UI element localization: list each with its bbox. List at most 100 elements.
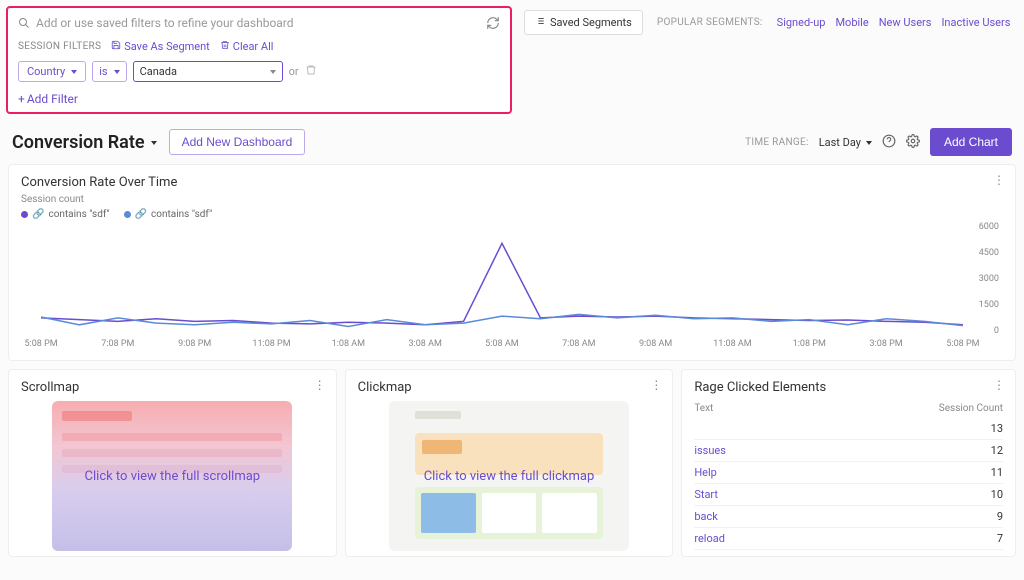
rage-count: 12 (991, 444, 1003, 457)
add-filter-button[interactable]: + Add Filter (18, 92, 78, 106)
link-icon: 🔗 (135, 209, 147, 220)
scrollmap-preview[interactable]: Click to view the full scrollmap (52, 401, 292, 551)
svg-text:9:08 PM: 9:08 PM (178, 339, 211, 349)
table-row: reload7 (694, 527, 1003, 549)
rage-element-link[interactable]: back (694, 510, 718, 523)
rage-col-count: Session Count (939, 403, 1003, 414)
table-row: back 9 (694, 505, 1003, 527)
filter-operator-label: is (99, 65, 107, 78)
time-range-select[interactable]: Last Day (819, 136, 872, 149)
refresh-icon[interactable] (486, 16, 500, 30)
link-icon: 🔗 (32, 209, 44, 220)
add-filter-label: Add Filter (27, 92, 78, 106)
rage-count: 9 (997, 510, 1003, 523)
popular-segments-label: POPULAR SEGMENTS: (657, 17, 763, 28)
svg-text:11:08 AM: 11:08 AM (713, 339, 752, 349)
delete-filter-button[interactable] (305, 64, 317, 79)
legend-label: contains "sdf" (151, 209, 212, 220)
card-menu-button[interactable]: ⋮ (993, 378, 1005, 392)
help-icon[interactable] (882, 134, 896, 151)
save-as-segment-link[interactable]: Save As Segment (111, 40, 210, 53)
clear-all-label: Clear All (233, 40, 274, 53)
segment-link[interactable]: Inactive Users (941, 16, 1010, 29)
rage-table: 13 issues 12 Help 11 Start 10 back 9 reload7 Add t… (694, 418, 1003, 557)
table-row: Help 11 (694, 461, 1003, 483)
rage-element-link[interactable]: Help (694, 466, 717, 479)
chart-title: Conversion Rate Over Time (21, 175, 1003, 190)
chevron-down-icon (112, 65, 120, 78)
dashboard-title-text: Conversion Rate (12, 132, 145, 153)
chevron-down-icon (69, 65, 77, 78)
clear-icon (220, 40, 230, 53)
card-menu-button[interactable]: ⋮ (993, 173, 1005, 187)
filter-value-select[interactable]: Canada (133, 61, 283, 82)
rage-element-link[interactable]: Start (694, 488, 718, 501)
rage-count: 13 (991, 422, 1003, 435)
svg-text:5:08 AM: 5:08 AM (485, 339, 518, 349)
svg-text:0: 0 (994, 326, 999, 336)
card-menu-button[interactable]: ⋮ (650, 378, 662, 392)
rage-clicks-card: Rage Clicked Elements ⋮ Text Session Cou… (681, 369, 1016, 557)
clickmap-title: Clickmap (358, 380, 661, 395)
filter-search-row: Add or use saved filters to refine your … (18, 16, 500, 30)
table-row: 13 (694, 418, 1003, 439)
svg-text:9:08 AM: 9:08 AM (639, 339, 672, 349)
svg-text:3:08 AM: 3:08 AM (408, 339, 441, 349)
card-menu-button[interactable]: ⋮ (314, 378, 326, 392)
clickmap-card: Clickmap ⋮ Click to view the full clickm… (345, 369, 674, 557)
dashboard-title-dropdown[interactable]: Conversion Rate (12, 132, 157, 153)
filter-field-select[interactable]: Country (18, 61, 86, 82)
chevron-down-icon (268, 65, 276, 78)
popular-segments-list: Signed-up Mobile New Users Inactive User… (777, 16, 1011, 29)
add-dashboard-button[interactable]: Add New Dashboard (169, 129, 306, 155)
rage-element-link[interactable]: Add to Cart (694, 554, 750, 557)
bottom-cards-row: Scrollmap ⋮ Click to view the full scrol… (8, 369, 1016, 557)
clickmap-cta: Click to view the full clickmap (424, 469, 595, 484)
svg-text:3:08 PM: 3:08 PM (870, 339, 903, 349)
svg-text:3000: 3000 (979, 274, 999, 284)
chevron-down-icon (149, 132, 157, 153)
list-icon (535, 16, 545, 29)
svg-text:5:08 PM: 5:08 PM (946, 339, 979, 349)
segment-link[interactable]: New Users (879, 16, 932, 29)
scrollmap-cta: Click to view the full scrollmap (85, 469, 261, 484)
segments-bar: Saved Segments POPULAR SEGMENTS: Signed-… (524, 10, 1016, 35)
scrollmap-title: Scrollmap (21, 380, 324, 395)
session-filter-actions: SESSION FILTERS Save As Segment Clear Al… (18, 40, 500, 53)
rage-count: 10 (991, 488, 1003, 501)
svg-text:7:08 AM: 7:08 AM (562, 339, 595, 349)
add-chart-button[interactable]: Add Chart (930, 128, 1012, 156)
clear-all-link[interactable]: Clear All (220, 40, 274, 53)
table-row: Start 10 (694, 483, 1003, 505)
filter-search-input[interactable]: Add or use saved filters to refine your … (36, 16, 480, 30)
time-range-value: Last Day (819, 136, 861, 149)
svg-text:1:08 PM: 1:08 PM (793, 339, 826, 349)
chart-card-conversion-rate: Conversion Rate Over Time ⋮ Session coun… (8, 164, 1016, 361)
filter-operator-select[interactable]: is (92, 61, 126, 82)
filter-condition-row: Country is Canada or (18, 61, 500, 82)
save-as-segment-label: Save As Segment (124, 40, 210, 53)
chart-subtitle: Session count (21, 194, 1003, 205)
rage-element-link[interactable]: reload (694, 532, 725, 545)
clickmap-preview[interactable]: Click to view the full clickmap (389, 401, 629, 551)
time-range-label: TIME RANGE: (745, 137, 809, 148)
svg-text:5:08 PM: 5:08 PM (24, 339, 57, 349)
legend-item: 🔗 contains "sdf" (124, 209, 213, 220)
segment-link[interactable]: Signed-up (777, 16, 826, 29)
chevron-down-icon (864, 136, 872, 149)
svg-text:7:08 PM: 7:08 PM (101, 339, 134, 349)
saved-segments-label: Saved Segments (550, 16, 632, 29)
rage-count: 3 (997, 554, 1003, 557)
legend-label: contains "sdf" (48, 209, 109, 220)
settings-icon[interactable] (906, 134, 920, 151)
legend-dot-icon (21, 211, 28, 218)
plus-icon: + (18, 92, 25, 106)
saved-segments-button[interactable]: Saved Segments (524, 10, 643, 35)
dashboard-header-right: TIME RANGE: Last Day Add Chart (745, 128, 1012, 156)
svg-text:1500: 1500 (979, 300, 999, 310)
segment-link[interactable]: Mobile (835, 16, 868, 29)
svg-text:1:08 AM: 1:08 AM (332, 339, 365, 349)
rage-element-link[interactable]: issues (694, 444, 726, 457)
filter-field-label: Country (27, 65, 65, 78)
rage-count: 11 (991, 466, 1003, 479)
